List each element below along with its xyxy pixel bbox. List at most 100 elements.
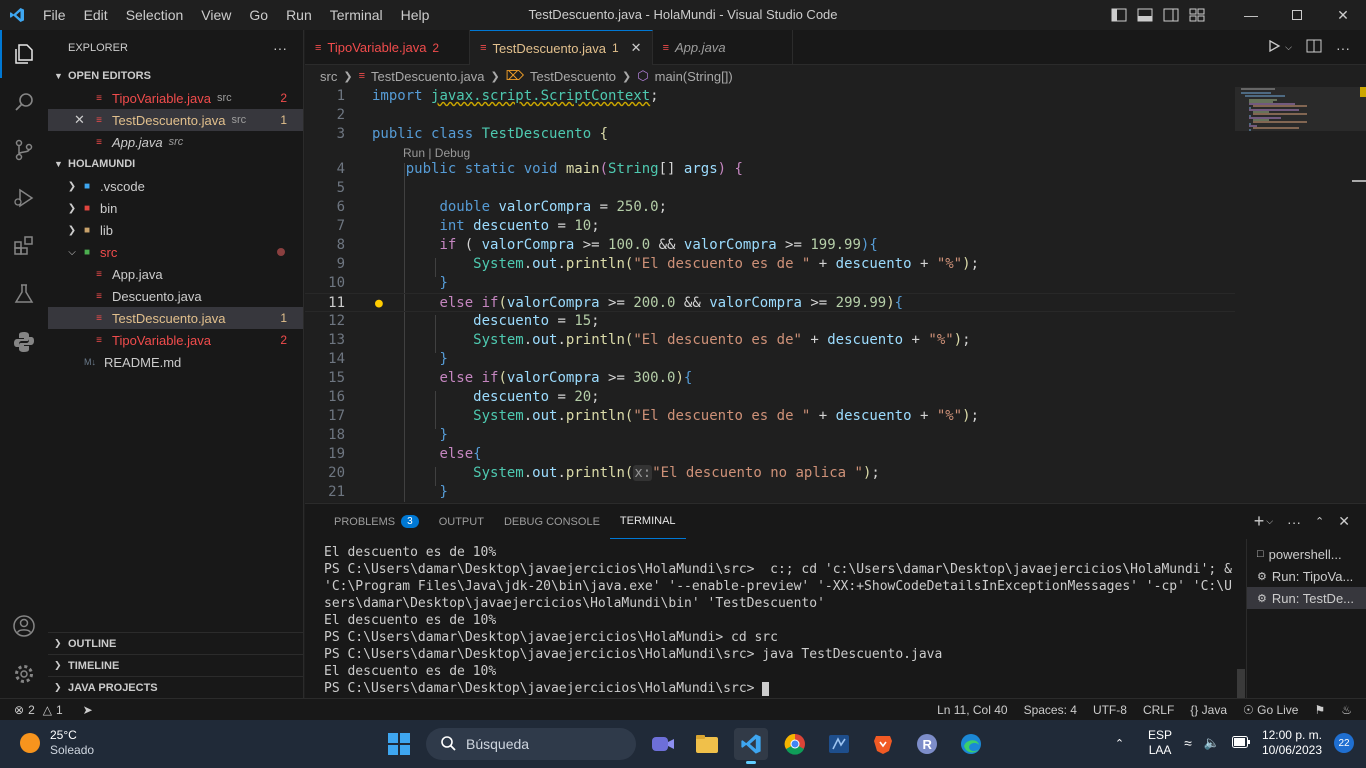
go-live-button[interactable]: ☉ Go Live xyxy=(1243,703,1298,717)
menu-edit[interactable]: Edit xyxy=(75,0,117,30)
tab-testdescuento[interactable]: ≡ TestDescuento.java 1 ✕ xyxy=(470,30,653,65)
more-actions-icon[interactable]: ··· xyxy=(273,40,287,56)
maximize-button[interactable] xyxy=(1274,0,1320,30)
cursor-position[interactable]: Ln 11, Col 40 xyxy=(937,703,1008,717)
accounts-icon[interactable] xyxy=(0,602,48,650)
terminal-output[interactable]: El descuento es de 10% PS C:\Users\damar… xyxy=(324,544,1239,699)
minimize-button[interactable]: — xyxy=(1228,0,1274,30)
terminal-item-run-testdescuento[interactable]: ⚙ Run: TestDe... xyxy=(1247,587,1366,609)
file-descuento-java[interactable]: ≡ Descuento.java xyxy=(48,285,303,307)
folder-vscode[interactable]: ❯ ■ .vscode xyxy=(48,175,303,197)
meet-camera-icon[interactable] xyxy=(646,728,680,760)
menu-file[interactable]: File xyxy=(34,0,75,30)
more-actions-icon[interactable]: ··· xyxy=(1336,40,1350,56)
file-explorer-icon[interactable] xyxy=(690,728,724,760)
language-indicator[interactable]: ESP LAA xyxy=(1148,728,1172,758)
menu-help[interactable]: Help xyxy=(392,0,439,30)
r-app-icon[interactable]: R xyxy=(910,728,944,760)
file-testdescuento-java[interactable]: ≡ TestDescuento.java 1 xyxy=(48,307,303,329)
java-projects-header[interactable]: ❯ JAVA PROJECTS xyxy=(48,676,303,698)
system-clock[interactable]: 12:00 p. m. 10/06/2023 xyxy=(1262,728,1322,758)
python-icon[interactable] xyxy=(0,318,48,366)
wifi-icon[interactable]: ≈ xyxy=(1184,735,1192,751)
folder-bin[interactable]: ❯ ■ bin xyxy=(48,197,303,219)
testing-flask-icon[interactable] xyxy=(0,270,48,318)
close-panel-icon[interactable]: ✕ xyxy=(1338,513,1350,530)
run-debug-icon[interactable] xyxy=(0,174,48,222)
customize-layout-icon[interactable] xyxy=(1184,0,1210,30)
taskbar-search[interactable]: Búsqueda xyxy=(426,728,636,760)
weather-widget[interactable]: 25°C Soleado xyxy=(20,728,94,758)
close-editor-icon[interactable]: ✕ xyxy=(74,112,92,128)
menu-run[interactable]: Run xyxy=(277,0,321,30)
line-ending[interactable]: CRLF xyxy=(1143,703,1174,717)
menu-selection[interactable]: Selection xyxy=(117,0,193,30)
explorer-icon[interactable] xyxy=(0,30,48,78)
extensions-icon[interactable] xyxy=(0,222,48,270)
tab-debug-console[interactable]: DEBUG CONSOLE xyxy=(494,504,610,539)
open-editor-tipovariable[interactable]: ≡ TipoVariable.java src 2 xyxy=(48,87,303,109)
battery-icon[interactable] xyxy=(1231,735,1250,751)
terminal-item-powershell[interactable]: □ powershell... xyxy=(1247,543,1366,565)
tab-terminal[interactable]: TERMINAL xyxy=(609,504,686,539)
search-icon[interactable] xyxy=(0,78,48,126)
outline-header[interactable]: ❯ OUTLINE xyxy=(48,632,303,654)
toggle-secondary-sidebar-icon[interactable] xyxy=(1158,0,1184,30)
chevron-up-icon[interactable]: ⌃ xyxy=(1115,737,1124,750)
minimap[interactable] xyxy=(1235,65,1366,502)
edge-icon[interactable] xyxy=(954,728,988,760)
remote-desktop-icon[interactable] xyxy=(822,728,856,760)
tab-problems[interactable]: PROBLEMS 3 xyxy=(324,504,429,539)
indentation[interactable]: Spaces: 4 xyxy=(1024,703,1077,717)
close-window-button[interactable]: ✕ xyxy=(1320,0,1366,30)
notifications-bell-icon[interactable]: ♨ xyxy=(1341,703,1352,717)
project-header[interactable]: ▼ HOLAMUNDI xyxy=(48,153,303,175)
tab-tipovariable[interactable]: ≡ TipoVariable.java 2 xyxy=(305,30,471,65)
tab-app[interactable]: ≡ App.java xyxy=(653,30,793,65)
remote-debug-icon[interactable]: ➤ xyxy=(83,703,93,717)
folder-src[interactable]: ⌵ ■ src xyxy=(48,241,303,263)
file-app-java[interactable]: ≡ App.java xyxy=(48,263,303,285)
menu-go[interactable]: Go xyxy=(240,0,277,30)
settings-gear-icon[interactable] xyxy=(0,650,48,698)
volume-icon[interactable]: 🔈 xyxy=(1204,735,1220,751)
file-tipovariable-java[interactable]: ≡ TipoVariable.java 2 xyxy=(48,329,303,351)
toggle-primary-sidebar-icon[interactable] xyxy=(1106,0,1132,30)
menu-view[interactable]: View xyxy=(192,0,240,30)
problems-status[interactable]: ⊗ 2 △ 1 xyxy=(14,703,63,717)
breadcrumb-src[interactable]: src xyxy=(320,69,337,84)
new-terminal-icon[interactable]: + xyxy=(1254,511,1265,532)
open-editor-testdescuento[interactable]: ✕ ≡ TestDescuento.java src 1 xyxy=(48,109,303,131)
file-readme-md[interactable]: M↓ README.md xyxy=(48,351,303,373)
brave-icon[interactable] xyxy=(866,728,900,760)
split-editor-icon[interactable] xyxy=(1306,39,1322,56)
code-editor[interactable]: 1 import javax.script.ScriptContext; 2 3p… xyxy=(305,87,1235,502)
chrome-icon[interactable] xyxy=(778,728,812,760)
terminal-item-run-tipovariable[interactable]: ⚙ Run: TipoVa... xyxy=(1247,565,1366,587)
open-editors-header[interactable]: ▼ OPEN EDITORS xyxy=(48,65,303,87)
chevron-down-icon[interactable]: ⌵ xyxy=(1266,516,1273,527)
language-mode[interactable]: {} Java xyxy=(1190,703,1227,717)
more-actions-icon[interactable]: ··· xyxy=(1287,514,1301,530)
breadcrumb-file[interactable]: TestDescuento.java xyxy=(371,69,484,84)
vscode-taskbar-icon[interactable] xyxy=(734,728,768,764)
chevron-down-icon[interactable]: ⌵ xyxy=(1285,42,1292,53)
open-editor-app[interactable]: ≡ App.java src xyxy=(48,131,303,153)
timeline-header[interactable]: ❯ TIMELINE xyxy=(48,654,303,676)
toggle-panel-icon[interactable] xyxy=(1132,0,1158,30)
java-file-icon: ≡ xyxy=(96,268,102,280)
feedback-icon[interactable]: ⚑ xyxy=(1314,703,1325,717)
terminal-scrollbar[interactable] xyxy=(1237,669,1245,699)
start-button[interactable] xyxy=(382,728,416,760)
breadcrumb-method[interactable]: main(String[]) xyxy=(655,69,733,84)
encoding[interactable]: UTF-8 xyxy=(1093,703,1127,717)
menu-terminal[interactable]: Terminal xyxy=(321,0,392,30)
maximize-panel-icon[interactable]: ⌃ xyxy=(1315,515,1324,528)
close-tab-icon[interactable]: ✕ xyxy=(631,40,642,56)
breadcrumb-class[interactable]: TestDescuento xyxy=(530,69,616,84)
source-control-icon[interactable] xyxy=(0,126,48,174)
run-java-icon[interactable] xyxy=(1267,39,1281,56)
folder-lib[interactable]: ❯ ■ lib xyxy=(48,219,303,241)
notification-count-badge[interactable]: 22 xyxy=(1334,733,1354,753)
tab-output[interactable]: OUTPUT xyxy=(429,504,494,539)
